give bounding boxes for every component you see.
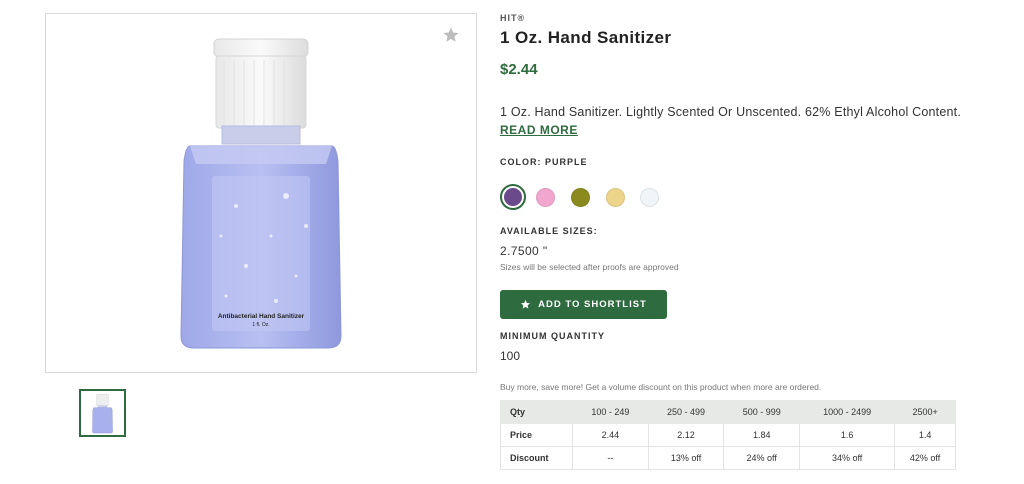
favorite-star-icon[interactable] [442,26,460,44]
brand-name: HIT® [500,13,526,23]
table-cell: 34% off [799,446,896,470]
swatch-yellow[interactable] [606,188,625,207]
table-row: Discount -- 13% off 24% off 34% off 42% … [500,446,956,470]
color-label: COLOR: PURPLE [500,157,588,167]
table-cell: 2500+ [894,400,956,424]
star-icon [521,299,531,309]
read-more-link[interactable]: READ MORE [500,123,578,137]
add-to-shortlist-button[interactable]: ADD TO SHORTLIST [500,290,667,319]
product-title: 1 Oz. Hand Sanitizer [500,28,672,47]
table-cell: Discount [500,446,573,470]
swatch-olive[interactable] [571,188,590,207]
minimum-quantity-label: MINIMUM QUANTITY [500,331,605,341]
sanitizer-bottle-image: Antibacterial Hand Sanitizer 1 fl. Oz. [180,38,342,349]
table-cell: 24% off [723,446,801,470]
table-cell: Qty [500,400,573,424]
bottle-label-size: 1 fl. Oz. [252,322,269,328]
shortlist-label: ADD TO SHORTLIST [538,299,647,310]
size-value: 2.7500 " [500,244,548,258]
product-thumbnail[interactable] [79,389,126,437]
table-cell: 1.84 [723,423,801,447]
pricing-table: Qty 100 - 249 250 - 499 500 - 999 1000 -… [500,400,956,470]
volume-discount-note: Buy more, save more! Get a volume discou… [500,382,822,392]
table-cell: 1.6 [799,423,896,447]
sizes-label: AVAILABLE SIZES: [500,226,598,236]
color-swatches [500,184,700,210]
table-cell: 42% off [894,446,956,470]
table-cell: 250 - 499 [647,400,725,424]
thumbnail-bottle-image [92,394,113,434]
product-price: $2.44 [500,61,538,78]
table-cell: 2.44 [572,423,649,447]
bottle-label-text: Antibacterial Hand Sanitizer [218,313,305,320]
product-description: 1 Oz. Hand Sanitizer. Lightly Scented Or… [500,105,961,119]
product-main-image: Antibacterial Hand Sanitizer 1 fl. Oz. [45,13,477,373]
table-cell: 500 - 999 [723,400,801,424]
swatch-clear[interactable] [640,188,659,207]
swatch-purple[interactable] [500,184,526,210]
table-cell: 13% off [647,446,725,470]
table-cell: 100 - 249 [572,400,649,424]
minimum-quantity-value: 100 [500,349,521,363]
table-cell: 1000 - 2499 [799,400,896,424]
table-row: Price 2.44 2.12 1.84 1.6 1.4 [500,423,956,447]
swatch-pink[interactable] [536,188,555,207]
table-cell: 2.12 [647,423,725,447]
size-note: Sizes will be selected after proofs are … [500,262,679,272]
table-cell: -- [572,446,649,470]
table-row: Qty 100 - 249 250 - 499 500 - 999 1000 -… [500,400,956,424]
table-cell: 1.4 [894,423,956,447]
table-cell: Price [500,423,573,447]
